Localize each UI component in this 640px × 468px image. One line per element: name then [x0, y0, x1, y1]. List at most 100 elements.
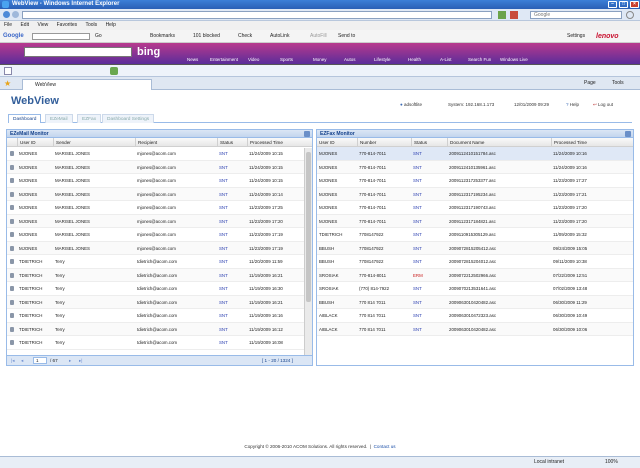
tools-menu[interactable]: Tools [612, 77, 624, 90]
page-menu[interactable]: Page [584, 77, 596, 90]
table-row[interactable]: MJONES MARISEL JONES mjones@acom.com SNT 11/… [7, 187, 312, 201]
table-row[interactable]: TDIETRICH 7708147922 SNT 2009110915305129.a… [317, 228, 633, 242]
favorites-add-icon[interactable] [110, 67, 118, 75]
send-to-button[interactable]: Send to [338, 30, 355, 43]
tab-ezemail[interactable]: EZeMail [45, 114, 73, 123]
col-document-name[interactable]: Document Name [447, 138, 484, 147]
page-icon[interactable] [4, 67, 12, 75]
refresh-icon[interactable] [498, 11, 506, 19]
table-row[interactable]: BBUSH 7708147922 SNT 2009072815204012.asc 09… [317, 255, 633, 269]
menu-help[interactable]: Help [106, 22, 116, 28]
table-row[interactable]: MJONES MARISEL JONES mjones@acom.com SNT 11/… [7, 160, 312, 174]
table-row[interactable]: MJONES 770-814-7011 SNT 2009112317195234.as… [317, 187, 633, 201]
table-row[interactable]: MJONES 770-814-7011 SNT 2009112410151784.as… [317, 147, 633, 161]
bing-money[interactable]: Money [313, 57, 327, 63]
bing-video[interactable]: Video [248, 57, 259, 63]
col-status[interactable]: Status [411, 138, 427, 147]
zoom-level[interactable]: 100% [605, 457, 618, 468]
table-row[interactable]: TDIETRICH Terry tdietrich@acom.com SNT 11/20… [7, 255, 312, 269]
table-row[interactable]: BBUSH 7708147922 SNT 2009072815205412.asc 09… [317, 241, 633, 255]
ezemail-scrollbar[interactable] [304, 148, 312, 356]
table-row[interactable]: MJONES MARISEL JONES mjones@acom.com SNT 11/… [7, 228, 312, 242]
col-sender[interactable]: Sender [53, 138, 71, 147]
autolink-button[interactable]: AutoLink [270, 30, 289, 43]
bing-lifestyle[interactable]: Lifestyle [374, 57, 391, 63]
menu-tools[interactable]: Tools [85, 22, 97, 28]
bing-sports[interactable]: Sports [280, 57, 293, 63]
google-search-input[interactable] [32, 33, 90, 40]
table-row[interactable]: TDIETRICH Terry tdietrich@acom.com SNT 11/19… [7, 268, 312, 282]
bing-search-input[interactable] [24, 47, 132, 57]
collapse-icon[interactable] [304, 131, 310, 137]
col-recipient[interactable]: Recipient [135, 138, 157, 147]
scroll-thumb[interactable] [306, 152, 311, 302]
next-page-icon[interactable]: ▸ [69, 356, 71, 365]
page-number-input[interactable]: 1 [33, 357, 47, 364]
col-number[interactable]: Number [357, 138, 376, 147]
address-input[interactable] [22, 11, 492, 19]
table-row[interactable]: TDIETRICH Terry tdietrich@acom.com SNT 11/19… [7, 282, 312, 296]
table-row[interactable]: SROSIAK (770) 814-7922 SNT 2009070213531641… [317, 282, 633, 296]
forward-icon[interactable] [12, 11, 19, 18]
user-link[interactable]: ● adsoftlite [400, 102, 422, 108]
check-button[interactable]: Check [238, 30, 252, 43]
table-row[interactable]: TDIETRICH Terry tdietrich@acom.com SNT 11/19… [7, 336, 312, 350]
table-row[interactable]: TDIETRICH Terry tdietrich@acom.com SNT 11/19… [7, 295, 312, 309]
table-row[interactable]: TDIETRICH Terry tdietrich@acom.com SNT 11/19… [7, 322, 312, 336]
table-row[interactable]: SROSIAK 770-814-8011 ERM 2009072212502966.a… [317, 268, 633, 282]
tab-dashboard-settings[interactable]: Dashboard Settings [102, 114, 155, 123]
table-row[interactable]: MJONES 770-814-7011 SNT 2009112410135961.as… [317, 160, 633, 174]
bing-news[interactable]: News [187, 57, 198, 63]
bing-windows-live[interactable]: Windows Live [500, 57, 528, 63]
menu-edit[interactable]: Edit [20, 22, 29, 28]
first-page-icon[interactable]: |◂ [11, 356, 15, 365]
table-row[interactable]: MJONES MARISEL JONES mjones@acom.com SNT 11/… [7, 241, 312, 255]
table-row[interactable]: AIBLACK 770 814 7011 SNT 2009063010472323.a… [317, 309, 633, 323]
menu-view[interactable]: View [37, 22, 48, 28]
google-go-button[interactable]: Go [95, 30, 102, 43]
table-row[interactable]: MJONES 770-814-7011 SNT 2009112317184821.as… [317, 214, 633, 228]
minimize-button[interactable]: – [608, 1, 617, 8]
bing-autos[interactable]: Autos [344, 57, 356, 63]
col-processed-time[interactable]: Processed Time [247, 138, 283, 147]
tab-ezfax[interactable]: EZFax [77, 114, 102, 123]
table-row[interactable]: MJONES MARISEL JONES mjones@acom.com SNT 11/… [7, 214, 312, 228]
table-row[interactable]: MJONES MARISEL JONES mjones@acom.com SNT 11/… [7, 201, 312, 215]
settings-button[interactable]: Settings [567, 30, 585, 43]
menu-file[interactable]: File [4, 22, 12, 28]
back-icon[interactable] [3, 11, 10, 18]
contact-link[interactable]: Contact us [374, 444, 396, 449]
last-page-icon[interactable]: ▸| [79, 356, 83, 365]
search-icon[interactable] [626, 11, 634, 19]
tab-dashboard[interactable]: Dashboard [8, 114, 42, 123]
bing-health[interactable]: Health [408, 57, 421, 63]
table-row[interactable]: BBUSH 770 814 7011 SNT 2009063010420482.asc… [317, 295, 633, 309]
favorites-star-icon[interactable]: ★ [4, 80, 11, 88]
logout-link[interactable]: ↩ Log out [593, 102, 613, 108]
bookmarks-button[interactable]: Bookmarks [150, 30, 175, 43]
table-row[interactable]: MJONES 770-814-7011 SNT 2009112317253377.as… [317, 174, 633, 188]
bing-search-fun[interactable]: Search Fun [468, 57, 491, 63]
col-status[interactable]: Status [217, 138, 233, 147]
maximize-button[interactable]: □ [619, 1, 628, 8]
col-processed-time[interactable]: Processed Time [551, 138, 587, 147]
prev-page-icon[interactable]: ◂ [21, 356, 23, 365]
table-row[interactable]: MJONES MARISEL JONES mjones@acom.com SNT 11/… [7, 147, 312, 161]
table-row[interactable]: TDIETRICH Terry tdietrich@acom.com SNT 11/19… [7, 309, 312, 323]
table-row[interactable]: MJONES 770-814-7011 SNT 2009112317190743.as… [317, 201, 633, 215]
bing-entertainment[interactable]: Entertainment [210, 57, 238, 63]
table-row[interactable]: MJONES MARISEL JONES mjones@acom.com SNT 11/… [7, 174, 312, 188]
col-user-id[interactable]: User ID [317, 138, 335, 147]
help-link[interactable]: ? Help [566, 102, 579, 108]
menu-favorites[interactable]: Favorites [57, 22, 78, 28]
col-user-id[interactable]: User ID [17, 138, 36, 147]
autofill-button[interactable]: AutoFill [310, 30, 327, 43]
stop-icon[interactable] [510, 11, 518, 19]
close-button[interactable]: × [630, 1, 639, 8]
bing-alist[interactable]: A-List [440, 57, 452, 63]
search-input[interactable]: Google [530, 11, 622, 19]
popup-blocked-button[interactable]: 101 blocked [193, 30, 220, 43]
browser-tab-webview[interactable]: WebView [22, 79, 152, 90]
collapse-icon[interactable] [625, 131, 631, 137]
table-row[interactable]: AIBLACK 770 814 7011 SNT 2009063010420482.a… [317, 322, 633, 336]
